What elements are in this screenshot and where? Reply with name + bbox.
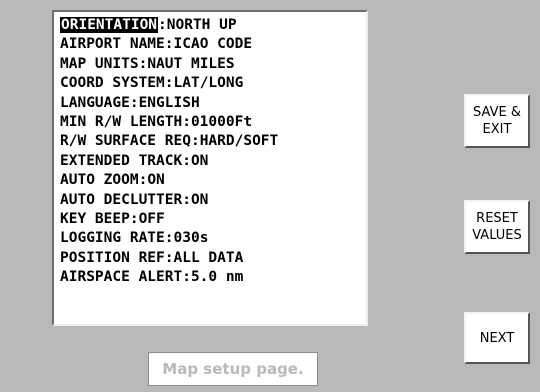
setting-separator: : (138, 55, 148, 72)
setting-name: R/W SURFACE REQ (60, 133, 191, 150)
setting-separator: : (164, 249, 174, 266)
setting-row-logging-rate[interactable]: LOGGING RATE:030s (60, 229, 366, 248)
setting-value: 030s (173, 230, 209, 247)
setting-row-auto-declutter[interactable]: AUTO DECLUTTER:ON (60, 191, 366, 210)
setting-value: OFF (138, 210, 165, 227)
setting-name: LANGUAGE (60, 94, 130, 111)
setting-value: ON (190, 152, 209, 169)
setting-separator: : (182, 269, 191, 286)
setting-row-airport-name[interactable]: AIRPORT NAME:ICAO CODE (60, 35, 366, 54)
setting-name: MIN R/W LENGTH (60, 113, 183, 130)
setting-name: KEY BEEP (60, 210, 130, 227)
setting-row-language[interactable]: LANGUAGE:ENGLISH (60, 94, 366, 113)
setting-separator: : (182, 152, 191, 169)
setting-value: ON (147, 172, 165, 189)
setting-value: ICAO CODE (173, 36, 253, 53)
setting-row-airspace-alert[interactable]: AIRSPACE ALERT:5.0 nm (60, 268, 366, 287)
setting-value: ALL DATA (173, 249, 244, 266)
reset-values-button[interactable]: RESET VALUES (464, 200, 530, 254)
setting-row-extended-track[interactable]: EXTENDED TRACK:ON (60, 152, 366, 171)
setting-value: ENGLISH (138, 94, 200, 111)
setting-row-position-ref[interactable]: POSITION REF:ALL DATA (60, 249, 366, 268)
setting-row-coord-system[interactable]: COORD SYSTEM:LAT/LONG (60, 74, 366, 93)
setting-name: AUTO DECLUTTER (60, 191, 183, 208)
setting-row-orientation[interactable]: ORIENTATION:NORTH UP (60, 16, 366, 35)
setting-value: LAT/LONG (173, 75, 244, 92)
setting-separator: : (182, 191, 191, 208)
setting-value: NORTH UP (166, 17, 237, 33)
setting-separator: : (164, 75, 174, 92)
setting-value: 01000Ft (190, 113, 253, 130)
setting-separator: : (138, 172, 148, 189)
setting-name: LOGGING RATE (60, 230, 165, 247)
setting-row-min-rw-length[interactable]: MIN R/W LENGTH:01000Ft (60, 113, 366, 132)
setting-name: MAP UNITS (60, 55, 139, 72)
page-caption: Map setup page. (148, 352, 318, 386)
setting-row-auto-zoom[interactable]: AUTO ZOOM:ON (60, 171, 366, 190)
setting-separator: : (158, 17, 167, 33)
setting-value: ON (190, 191, 209, 208)
save-exit-button[interactable]: SAVE & EXIT (464, 94, 530, 148)
next-button[interactable]: NEXT (464, 312, 530, 364)
setting-name: POSITION REF (60, 249, 165, 266)
setting-separator: : (164, 36, 174, 53)
setting-name-selected: ORIENTATION (60, 17, 159, 33)
setting-row-map-units[interactable]: MAP UNITS:NAUT MILES (60, 55, 366, 74)
setting-name: AUTO ZOOM (60, 172, 139, 189)
setting-separator: : (190, 133, 200, 150)
setting-separator: : (182, 113, 191, 130)
setting-separator: : (129, 94, 139, 111)
setting-name: COORD SYSTEM (60, 75, 165, 92)
setting-separator: : (164, 230, 174, 247)
setting-row-rw-surface-req[interactable]: R/W SURFACE REQ:HARD/SOFT (60, 132, 366, 151)
setting-separator: : (129, 210, 139, 227)
settings-list: ORIENTATION:NORTH UP AIRPORT NAME:ICAO C… (52, 10, 368, 326)
setting-row-key-beep[interactable]: KEY BEEP:OFF (60, 210, 366, 229)
setting-name: AIRPORT NAME (60, 36, 165, 53)
setting-name: EXTENDED TRACK (60, 152, 183, 169)
setting-value: NAUT MILES (147, 55, 235, 72)
setting-value: 5.0 nm (190, 269, 244, 286)
setting-value: HARD/SOFT (199, 133, 279, 150)
setting-name: AIRSPACE ALERT (60, 269, 183, 286)
